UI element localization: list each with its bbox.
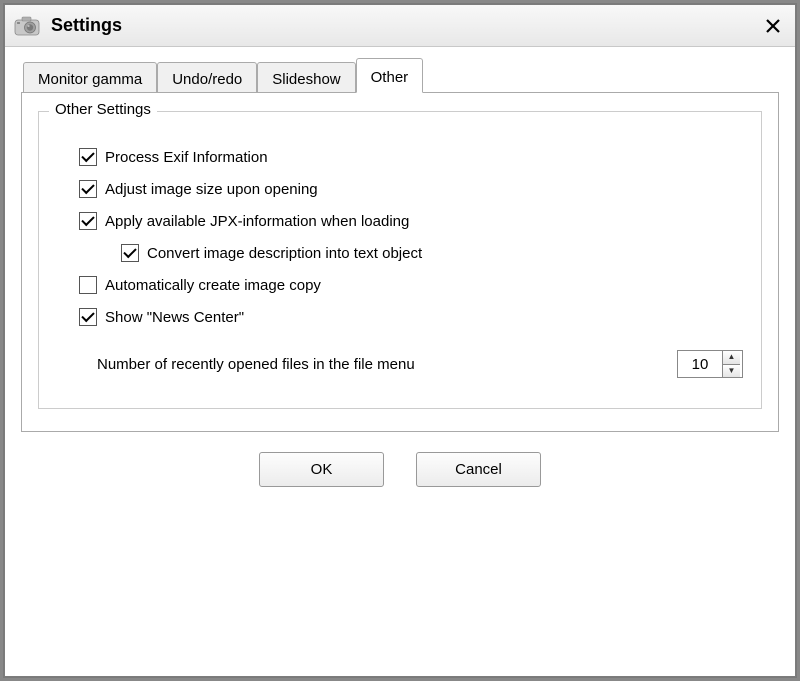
label-apply-jpx: Apply available JPX-information when loa… <box>105 213 409 230</box>
content-area: Monitor gamma Undo/redo Slideshow Other … <box>5 47 795 503</box>
tab-monitor-gamma[interactable]: Monitor gamma <box>23 62 157 94</box>
tab-other[interactable]: Other <box>356 58 424 93</box>
row-convert-desc: Convert image description into text obje… <box>121 244 743 262</box>
input-recent-files[interactable] <box>678 351 722 377</box>
tab-slideshow[interactable]: Slideshow <box>257 62 355 94</box>
app-camera-icon <box>13 14 43 38</box>
checkbox-adjust-size[interactable] <box>79 180 97 198</box>
label-convert-desc: Convert image description into text obje… <box>147 245 422 262</box>
row-auto-copy: Automatically create image copy <box>79 276 743 294</box>
row-news-center: Show "News Center" <box>79 308 743 326</box>
cancel-button[interactable]: Cancel <box>416 452 541 487</box>
close-icon[interactable] <box>759 12 787 40</box>
checkbox-apply-jpx[interactable] <box>79 212 97 230</box>
checkbox-convert-desc[interactable] <box>121 244 139 262</box>
row-recent-files: Number of recently opened files in the f… <box>97 350 743 378</box>
row-process-exif: Process Exif Information <box>79 148 743 166</box>
tabstrip: Monitor gamma Undo/redo Slideshow Other <box>23 57 779 92</box>
row-apply-jpx: Apply available JPX-information when loa… <box>79 212 743 230</box>
label-news-center: Show "News Center" <box>105 309 244 326</box>
window-title: Settings <box>51 15 759 36</box>
row-adjust-size: Adjust image size upon opening <box>79 180 743 198</box>
spin-down-icon[interactable]: ▼ <box>723 365 740 378</box>
checkbox-auto-copy[interactable] <box>79 276 97 294</box>
spin-up-icon[interactable]: ▲ <box>723 351 740 365</box>
tab-undo-redo[interactable]: Undo/redo <box>157 62 257 94</box>
checkbox-process-exif[interactable] <box>79 148 97 166</box>
checkbox-news-center[interactable] <box>79 308 97 326</box>
groupbox-title: Other Settings <box>49 101 157 118</box>
ok-button[interactable]: OK <box>259 452 384 487</box>
label-recent-files: Number of recently opened files in the f… <box>97 356 677 373</box>
label-adjust-size: Adjust image size upon opening <box>105 181 318 198</box>
other-settings-group: Other Settings Process Exif Information … <box>38 111 762 409</box>
tab-panel-other: Other Settings Process Exif Information … <box>21 92 779 432</box>
settings-window: Settings Monitor gamma Undo/redo Slidesh… <box>4 4 796 677</box>
spinbox-recent-files: ▲ ▼ <box>677 350 743 378</box>
label-process-exif: Process Exif Information <box>105 149 268 166</box>
titlebar: Settings <box>5 5 795 47</box>
dialog-buttons: OK Cancel <box>21 452 779 487</box>
label-auto-copy: Automatically create image copy <box>105 277 321 294</box>
spinbox-buttons: ▲ ▼ <box>722 351 740 377</box>
